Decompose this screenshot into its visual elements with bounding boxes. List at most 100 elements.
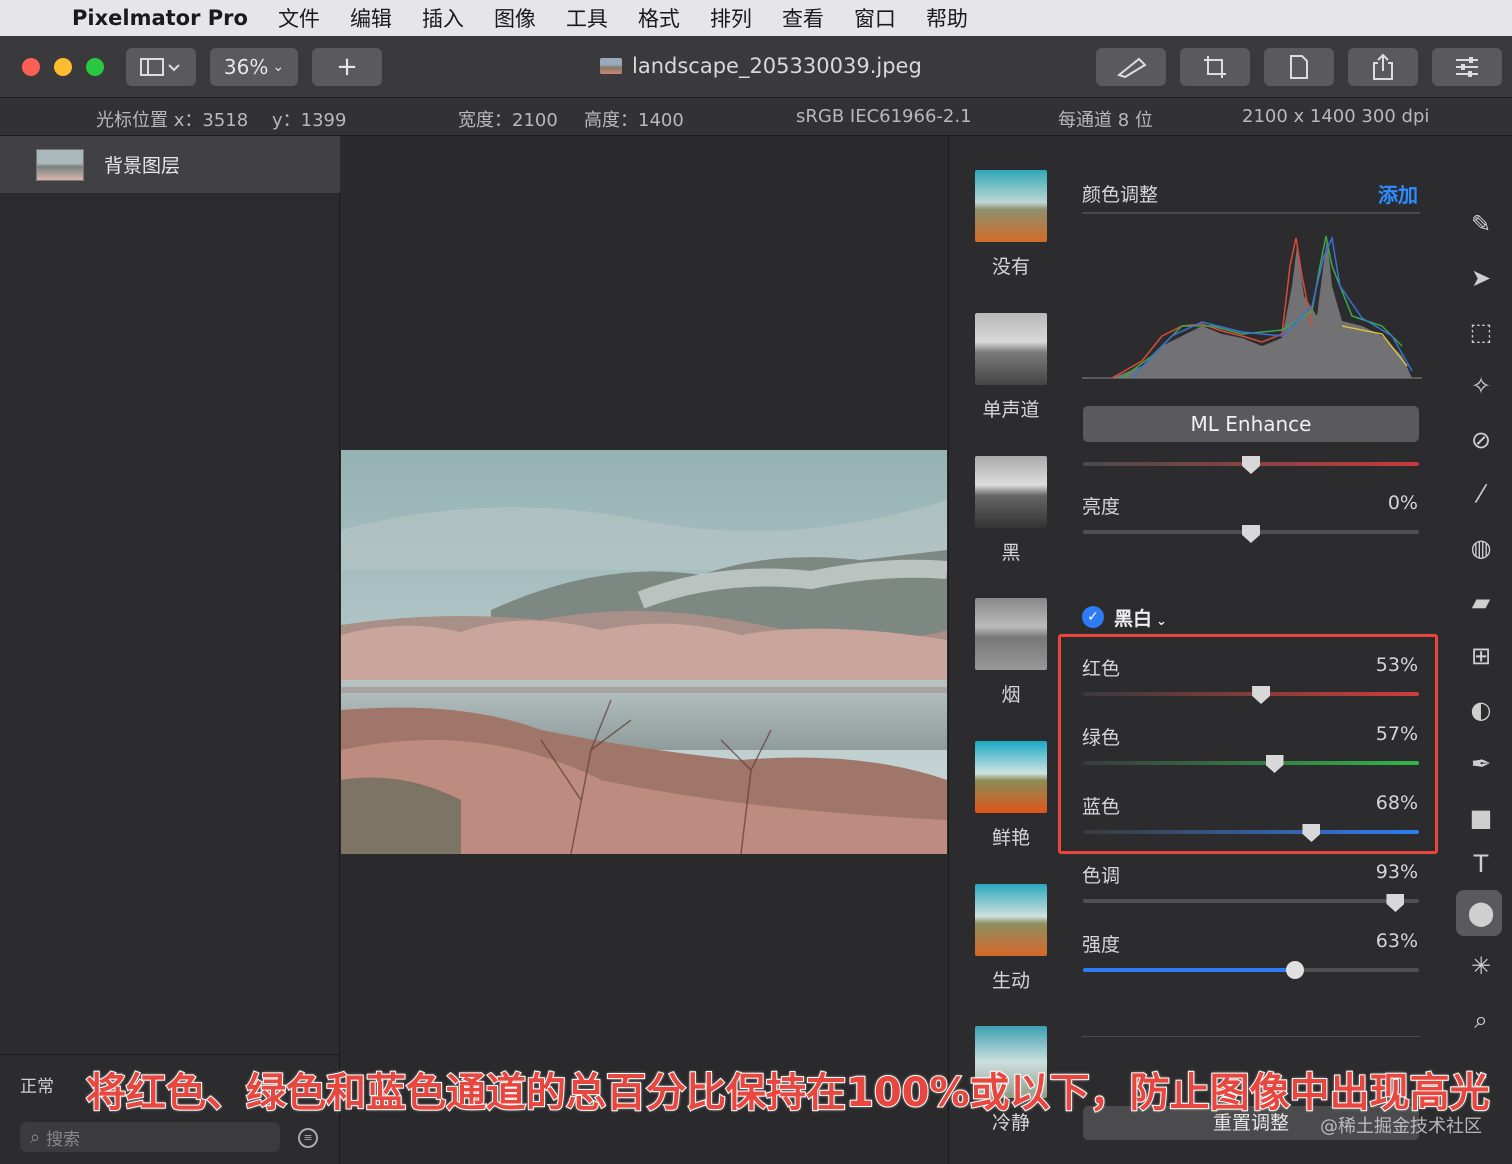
menu-help[interactable]: 帮助 xyxy=(926,3,968,33)
image-width: 宽度：2100 xyxy=(458,110,558,131)
menu-tools[interactable]: 工具 xyxy=(566,3,608,33)
adjust-title: 颜色调整 xyxy=(1082,184,1159,206)
rgb-highlight-box xyxy=(1058,634,1438,854)
preset-smoke[interactable]: 烟 xyxy=(975,598,1047,707)
layer-row[interactable]: 背景图层 xyxy=(0,136,340,193)
paint-brush-icon[interactable]: ⁄ xyxy=(1465,478,1497,510)
document-thumbnail xyxy=(600,58,622,74)
preset-none[interactable]: 没有 xyxy=(975,170,1047,279)
minimize-window-button[interactable] xyxy=(54,58,72,76)
adjustments-button[interactable] xyxy=(1432,48,1502,86)
zoom-select[interactable]: 36% ⌄ xyxy=(210,48,298,86)
arrange-tool-icon[interactable]: ➤ xyxy=(1465,262,1497,294)
shape-tool-icon[interactable]: ■ xyxy=(1465,802,1497,834)
color-picker-icon[interactable]: ⊘ xyxy=(1465,424,1497,456)
brightness-label: 亮度 xyxy=(1082,496,1121,518)
app-window: Pixelmator Pro 文件 编辑 插入 图像 工具 格式 排列 查看 窗… xyxy=(0,0,1512,1164)
preset-lively[interactable]: 生动 xyxy=(975,884,1047,993)
color-adjust-icon[interactable]: ⬤ xyxy=(1465,897,1497,929)
style-tool-icon[interactable]: ✎ xyxy=(1465,208,1497,240)
zoom-tool-icon[interactable]: ⌕ xyxy=(1465,1004,1497,1036)
sliders-icon xyxy=(1456,57,1478,77)
distort-tool-icon[interactable]: ◐ xyxy=(1465,694,1497,726)
ml-enhance-button[interactable]: ML Enhance xyxy=(1083,406,1419,442)
menu-file[interactable]: 文件 xyxy=(278,3,320,33)
paint-bucket-icon[interactable]: ◍ xyxy=(1465,532,1497,564)
retouch-button[interactable] xyxy=(1096,48,1166,86)
tone-knob[interactable] xyxy=(1386,894,1405,912)
black-white-label: 黑白 xyxy=(1114,608,1153,630)
ml-enhance-knob[interactable] xyxy=(1242,456,1260,474)
menu-insert[interactable]: 插入 xyxy=(422,3,464,33)
preset-black[interactable]: 黑 xyxy=(975,456,1047,565)
crop-button[interactable] xyxy=(1180,48,1250,86)
menu-image[interactable]: 图像 xyxy=(494,3,536,33)
preset-mono[interactable]: 单声道 xyxy=(975,313,1047,422)
preset-label: 黑 xyxy=(1001,542,1021,564)
preset-thumbnail xyxy=(975,598,1047,670)
brightness-knob[interactable] xyxy=(1242,525,1260,543)
divider xyxy=(0,1054,340,1055)
preset-label: 烟 xyxy=(1001,684,1021,706)
effects-tool-icon[interactable]: ✳ xyxy=(1465,950,1497,982)
document-name: landscape_205330039.jpeg xyxy=(632,54,922,78)
zoom-value: 36% xyxy=(223,55,269,79)
document-title: landscape_205330039.jpeg xyxy=(600,54,922,78)
tone-label: 色调 xyxy=(1082,865,1121,887)
menu-arrange[interactable]: 排列 xyxy=(710,3,752,33)
sidebar-icon xyxy=(140,58,180,76)
document-icon xyxy=(1290,55,1308,79)
canvas-area[interactable] xyxy=(341,136,948,1164)
layer-search-field[interactable]: ⌕ 搜索 xyxy=(20,1122,280,1152)
eraser-brush-icon xyxy=(1116,57,1147,79)
cursor-y: y：1399 xyxy=(272,110,347,131)
share-icon xyxy=(1373,53,1393,80)
zoom-window-button[interactable] xyxy=(86,58,104,76)
strength-knob[interactable] xyxy=(1285,961,1304,979)
bit-depth: 每通道 8 位 xyxy=(1058,110,1153,131)
menu-format[interactable]: 格式 xyxy=(638,3,680,33)
title-bar: 36% ⌄ + landscape_205330039.jpeg xyxy=(0,36,1512,98)
sidebar-toggle-button[interactable] xyxy=(126,48,196,86)
format-button[interactable] xyxy=(1264,48,1334,86)
crop-icon xyxy=(1204,56,1226,78)
watermark: @稀土掘金技术社区 xyxy=(1320,1116,1482,1137)
quick-selection-icon[interactable]: ✧ xyxy=(1465,370,1497,402)
close-window-button[interactable] xyxy=(22,58,40,76)
preset-thumbnail xyxy=(975,170,1047,242)
retouch-tool-icon[interactable]: ⊞ xyxy=(1465,640,1497,672)
menu-view[interactable]: 查看 xyxy=(782,3,824,33)
filter-icon[interactable]: ≡ xyxy=(298,1128,318,1148)
menu-edit[interactable]: 编辑 xyxy=(350,3,392,33)
menu-window[interactable]: 窗口 xyxy=(854,3,896,33)
menu-bar: Pixelmator Pro 文件 编辑 插入 图像 工具 格式 排列 查看 窗… xyxy=(0,0,1512,36)
type-tool-icon[interactable]: T xyxy=(1465,848,1497,880)
layer-name: 背景图层 xyxy=(104,155,181,177)
black-white-checkbox[interactable]: ✓ xyxy=(1082,606,1104,628)
chevron-down-icon: ⌄ xyxy=(272,59,285,75)
erase-tool-icon[interactable]: ▰ xyxy=(1465,586,1497,618)
selection-tool-icon[interactable]: ⬚ xyxy=(1465,316,1497,348)
preset-thumbnail xyxy=(975,884,1047,956)
info-bar: 光标位置 x：3518 y：1399 宽度：2100 高度：1400 sRGB … xyxy=(0,98,1512,136)
add-button[interactable]: + xyxy=(312,48,382,86)
pen-tool-icon[interactable]: ✒ xyxy=(1465,748,1497,780)
tone-value: 93% xyxy=(1375,861,1418,883)
search-icon: ⌕ xyxy=(30,1126,41,1148)
tools-panel: ✎ ➤ ⬚ ✧ ⊘ ⁄ ◍ ▰ ⊞ ◐ ✒ ■ T ⬤ ✳ ⌕ » xyxy=(1450,136,1512,1164)
brightness-value: 0% xyxy=(1387,492,1418,514)
app-name-menu[interactable]: Pixelmator Pro xyxy=(72,6,248,30)
tone-slider[interactable] xyxy=(1083,899,1419,903)
strength-fill xyxy=(1083,968,1295,972)
black-white-dropdown[interactable]: 黑白 ⌄ xyxy=(1114,604,1167,631)
blend-mode-select[interactable]: 正常 xyxy=(20,1072,54,1097)
divider xyxy=(1082,1036,1420,1037)
layer-thumbnail xyxy=(36,148,84,181)
share-button[interactable] xyxy=(1348,48,1418,86)
preset-thumbnail xyxy=(975,456,1047,528)
preset-vivid[interactable]: 鲜艳 xyxy=(975,741,1047,850)
add-adjustment-button[interactable]: 添加 xyxy=(1378,179,1418,208)
image-size: 2100 x 1400 300 dpi xyxy=(1242,106,1430,127)
cursor-x: 光标位置 x：3518 xyxy=(96,110,249,131)
histogram xyxy=(1082,235,1422,379)
